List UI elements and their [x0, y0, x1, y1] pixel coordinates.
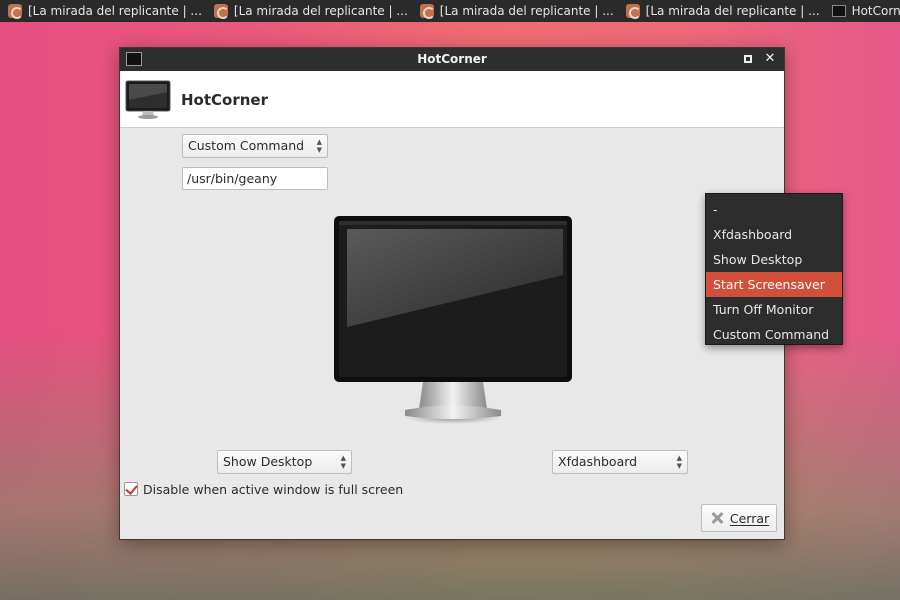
window-titlebar[interactable]: HotCorner ✕	[120, 48, 784, 71]
window-title: HotCorner	[417, 52, 487, 66]
menu-item-custom-command[interactable]: Custom Command	[706, 322, 842, 347]
cerrar-button-label: Cerrar	[729, 510, 770, 526]
top-right-action-menu[interactable]: - Xfdashboard Show Desktop Start Screens…	[705, 193, 843, 345]
menu-item-show-desktop[interactable]: Show Desktop	[706, 247, 842, 272]
bottom-right-action-value: Xfdashboard	[558, 454, 638, 469]
close-icon: ✕	[764, 51, 776, 66]
taskbar-item-label: [La mirada del replicante | ...	[28, 4, 202, 18]
firefox-icon	[213, 4, 229, 19]
close-window-button[interactable]: ✕	[762, 51, 778, 67]
taskbar-item-label: [La mirada del replicante | ...	[439, 4, 614, 18]
custom-command-input[interactable]: /usr/bin/geany	[182, 167, 328, 190]
bottom-left-action-value: Show Desktop	[223, 454, 313, 469]
top-left-action-select[interactable]: Custom Command ▲ ▼	[182, 134, 328, 158]
taskbar-item-label: HotCorner	[851, 4, 900, 18]
header-title: HotCorner	[181, 91, 268, 109]
top-left-action-value: Custom Command	[188, 138, 305, 153]
menu-item-start-screensaver[interactable]: Start Screensaver	[706, 272, 842, 297]
monitor-icon	[125, 80, 171, 119]
firefox-icon	[625, 4, 641, 19]
select-arrows-icon: ▲ ▼	[340, 454, 346, 470]
taskbar-item-5[interactable]: HotCorner	[826, 0, 900, 22]
taskbar-item-1[interactable]: [La mirada del replicante | ...	[0, 0, 208, 22]
select-arrows-icon: ▲ ▼	[676, 454, 682, 470]
menu-item-xfdashboard[interactable]: Xfdashboard	[706, 222, 842, 247]
taskbar-item-3[interactable]: [La mirada del replicante | ...	[414, 0, 620, 22]
taskbar: [La mirada del replicante | ... [La mira…	[0, 0, 900, 22]
taskbar-item-2[interactable]: [La mirada del replicante | ...	[208, 0, 414, 22]
firefox-icon	[419, 4, 435, 19]
hotcorner-window: HotCorner ✕ HotCorner Custom Command ▲ ▼ …	[119, 47, 843, 540]
window-header: HotCorner	[120, 71, 784, 128]
fullscreen-disable-label: Disable when active window is full scree…	[143, 481, 404, 497]
maximize-button[interactable]	[740, 51, 756, 67]
taskbar-item-label: [La mirada del replicante | ...	[233, 4, 408, 18]
monitor-illustration	[334, 216, 572, 424]
menu-item-turn-off-monitor[interactable]: Turn Off Monitor	[706, 297, 842, 322]
menu-item-none[interactable]: -	[706, 197, 842, 222]
firefox-icon	[8, 4, 23, 19]
maximize-icon	[744, 55, 752, 63]
close-icon	[709, 510, 725, 526]
fullscreen-disable-checkbox[interactable]	[124, 482, 138, 496]
bottom-left-action-select[interactable]: Show Desktop ▲ ▼	[217, 450, 352, 474]
taskbar-item-4[interactable]: [La mirada del replicante | ...	[620, 0, 826, 22]
fullscreen-disable-row[interactable]: Disable when active window is full scree…	[124, 481, 403, 497]
select-arrows-icon: ▲ ▼	[316, 138, 322, 154]
bottom-right-action-select[interactable]: Xfdashboard ▲ ▼	[552, 450, 688, 474]
cerrar-button[interactable]: Cerrar	[701, 504, 777, 532]
monitor-icon	[831, 5, 846, 17]
taskbar-item-label: [La mirada del replicante | ...	[645, 4, 820, 18]
